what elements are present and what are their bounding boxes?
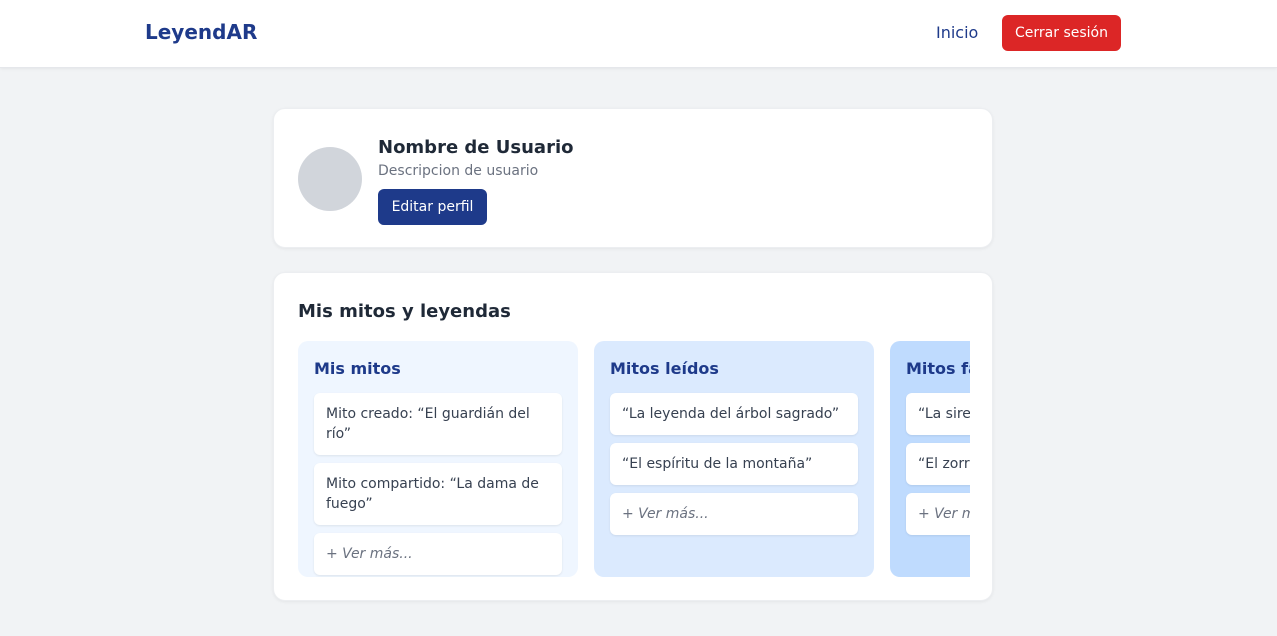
column-title: Mis mitos <box>314 359 401 378</box>
user-name: Nombre de Usuario <box>378 137 574 158</box>
see-more-link[interactable]: + Ver más... <box>314 533 562 575</box>
column-title: Mitos leídos <box>610 359 719 378</box>
list-item[interactable]: “El zorro <box>906 443 970 485</box>
column-title: Mitos fa <box>906 359 970 378</box>
avatar <box>298 147 362 211</box>
list-item[interactable]: Mito compartido: “La dama de fuego” <box>314 463 562 525</box>
list-item[interactable]: “La leyenda del árbol sagrado” <box>610 393 858 435</box>
list-item[interactable]: “El espíritu de la montaña” <box>610 443 858 485</box>
edit-profile-button[interactable]: Editar perfil <box>378 189 487 225</box>
list-item[interactable]: “La siren <box>906 393 970 435</box>
myths-card: Mis mitos y leyendas Mis mitos Mito crea… <box>273 272 993 601</box>
top-navbar: LeyendAR Inicio Cerrar sesión <box>0 0 1277 68</box>
see-more-link[interactable]: + Ver más... <box>610 493 858 535</box>
myths-columns-scroller[interactable]: Mis mitos Mito creado: “El guardián del … <box>298 341 970 577</box>
profile-card: Nombre de Usuario Descripcion de usuario… <box>273 108 993 248</box>
user-description: Descripcion de usuario <box>378 163 539 179</box>
column-favorite-myths: Mitos fa “La siren “El zorro + Ver mo <box>890 341 970 577</box>
brand-logo-link[interactable]: LeyendAR <box>145 20 257 44</box>
see-more-link[interactable]: + Ver mo <box>906 493 970 535</box>
nav-home-link[interactable]: Inicio <box>936 23 978 42</box>
list-item[interactable]: Mito creado: “El guardián del río” <box>314 393 562 455</box>
logout-button[interactable]: Cerrar sesión <box>1002 15 1121 51</box>
column-my-myths: Mis mitos Mito creado: “El guardián del … <box>298 341 578 577</box>
column-read-myths: Mitos leídos “La leyenda del árbol sagra… <box>594 341 874 577</box>
section-title: Mis mitos y leyendas <box>298 301 511 322</box>
